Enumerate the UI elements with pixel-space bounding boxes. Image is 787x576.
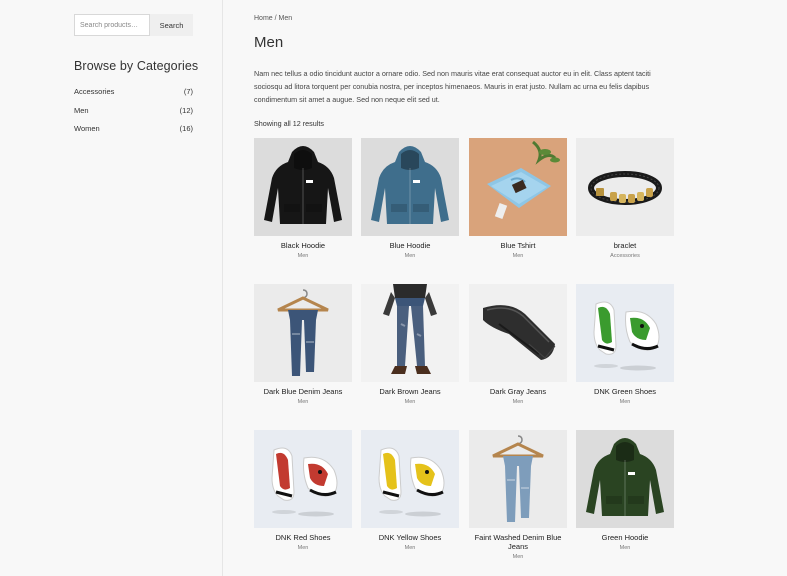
product-image[interactable] <box>254 284 352 382</box>
product-card[interactable]: Faint Washed Denim Blue Jeans Men <box>469 430 567 560</box>
product-category[interactable]: Men <box>576 545 674 551</box>
product-card[interactable]: Black Hoodie Men <box>254 138 352 259</box>
category-link[interactable]: Women <box>74 123 100 142</box>
category-list: Accessories (7) Men (12) Women (16) <box>74 86 193 142</box>
product-image[interactable] <box>361 284 459 382</box>
product-category[interactable]: Men <box>254 545 352 551</box>
category-count: (7) <box>183 87 193 96</box>
product-title[interactable]: DNK Red Shoes <box>254 533 352 542</box>
product-category[interactable]: Accessories <box>576 253 674 259</box>
product-card[interactable]: DNK Green Shoes Men <box>576 284 674 405</box>
product-card[interactable]: braclet Accessories <box>576 138 674 259</box>
breadcrumb-home-link[interactable]: Home <box>254 15 273 22</box>
product-card[interactable]: Blue Tshirt Men <box>469 138 567 259</box>
category-link[interactable]: Men <box>74 105 89 124</box>
breadcrumb: Home / Men <box>254 15 292 22</box>
category-count: (16) <box>179 124 193 133</box>
product-category[interactable]: Men <box>469 253 567 259</box>
product-title[interactable]: DNK Green Shoes <box>576 387 674 396</box>
product-category[interactable]: Men <box>576 399 674 405</box>
product-image[interactable] <box>469 430 567 528</box>
category-item-men[interactable]: Men (12) <box>74 105 193 124</box>
product-category[interactable]: Men <box>469 554 567 560</box>
product-image[interactable] <box>469 138 567 236</box>
breadcrumb-current: Men <box>278 15 293 22</box>
product-image[interactable] <box>361 430 459 528</box>
category-item-women[interactable]: Women (16) <box>74 123 193 142</box>
product-title[interactable]: braclet <box>576 241 674 250</box>
product-title[interactable]: Blue Hoodie <box>361 241 459 250</box>
product-image[interactable] <box>469 284 567 382</box>
product-category[interactable]: Men <box>254 399 352 405</box>
product-title[interactable]: Dark Gray Jeans <box>469 387 567 396</box>
product-image[interactable] <box>576 138 674 236</box>
product-image[interactable] <box>576 284 674 382</box>
product-card[interactable]: DNK Yellow Shoes Men <box>361 430 459 551</box>
product-title[interactable]: DNK Yellow Shoes <box>361 533 459 542</box>
product-category[interactable]: Men <box>361 545 459 551</box>
product-card[interactable]: Dark Gray Jeans Men <box>469 284 567 405</box>
product-title[interactable]: Faint Washed Denim Blue Jeans <box>469 533 567 551</box>
product-image[interactable] <box>254 430 352 528</box>
product-title[interactable]: Green Hoodie <box>576 533 674 542</box>
page-title: Men <box>254 34 284 51</box>
product-category[interactable]: Men <box>469 399 567 405</box>
product-title[interactable]: Blue Tshirt <box>469 241 567 250</box>
product-category[interactable]: Men <box>254 253 352 259</box>
category-link[interactable]: Accessories <box>74 86 114 105</box>
result-count: Showing all 12 results <box>254 119 324 128</box>
category-description: Nam nec tellus a odio tincidunt auctor a… <box>254 69 651 104</box>
product-image[interactable] <box>576 430 674 528</box>
product-card[interactable]: Dark Brown Jeans Men <box>361 284 459 405</box>
product-title[interactable]: Dark Blue Denim Jeans <box>254 387 352 396</box>
product-image[interactable] <box>254 138 352 236</box>
search-button[interactable]: Search <box>150 14 193 36</box>
product-category[interactable]: Men <box>361 399 459 405</box>
product-card[interactable]: Green Hoodie Men <box>576 430 674 551</box>
category-item-accessories[interactable]: Accessories (7) <box>74 86 193 105</box>
product-card[interactable]: Dark Blue Denim Jeans Men <box>254 284 352 405</box>
search-input[interactable] <box>74 14 150 36</box>
product-card[interactable]: DNK Red Shoes Men <box>254 430 352 551</box>
product-title[interactable]: Dark Brown Jeans <box>361 387 459 396</box>
sidebar: Search Browse by Categories Accessories … <box>0 0 223 576</box>
product-title[interactable]: Black Hoodie <box>254 241 352 250</box>
categories-heading: Browse by Categories <box>74 59 199 73</box>
category-count: (12) <box>179 105 193 115</box>
product-category[interactable]: Men <box>361 253 459 259</box>
search-form: Search <box>74 14 193 36</box>
product-card[interactable]: Blue Hoodie Men <box>361 138 459 259</box>
product-image[interactable] <box>361 138 459 236</box>
